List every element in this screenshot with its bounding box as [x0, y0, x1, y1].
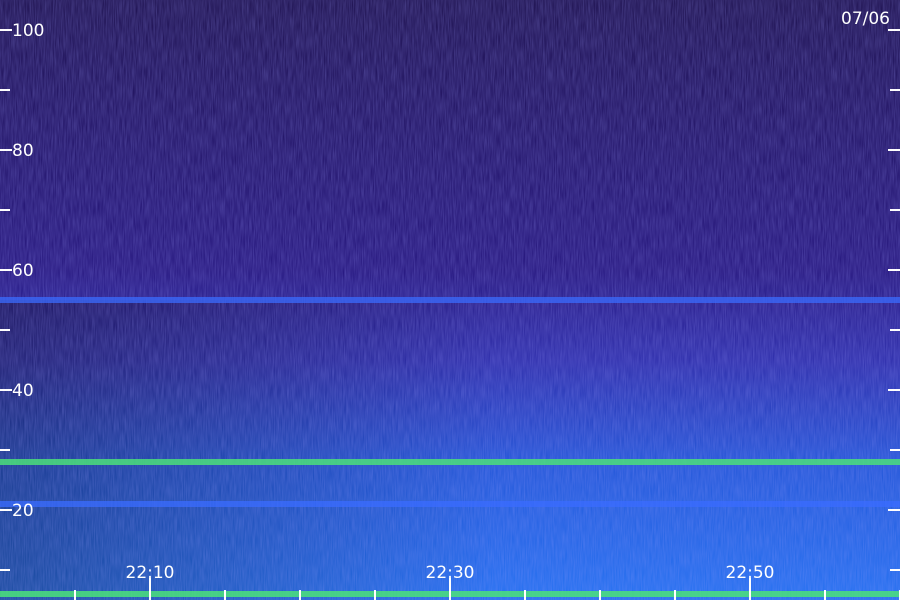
- y-tick-label: 80: [12, 141, 34, 161]
- x-tick-label: 22:10: [126, 563, 175, 583]
- y-tick-label: 100: [12, 21, 44, 41]
- x-tick-label: 22:30: [426, 563, 475, 583]
- spectral-band-2: [0, 459, 900, 465]
- spectrogram-chart: 100 80 60 40 20 22:10 22:30 22:50 07/06: [0, 0, 900, 600]
- y-tick-label: 60: [12, 261, 34, 281]
- y-tick-label: 40: [12, 381, 34, 401]
- y-tick-label: 20: [12, 501, 34, 521]
- date-label: 07/06: [841, 9, 890, 29]
- spectral-band-3: [0, 501, 900, 507]
- x-tick-label: 22:50: [726, 563, 775, 583]
- spectral-band-1: [0, 297, 900, 303]
